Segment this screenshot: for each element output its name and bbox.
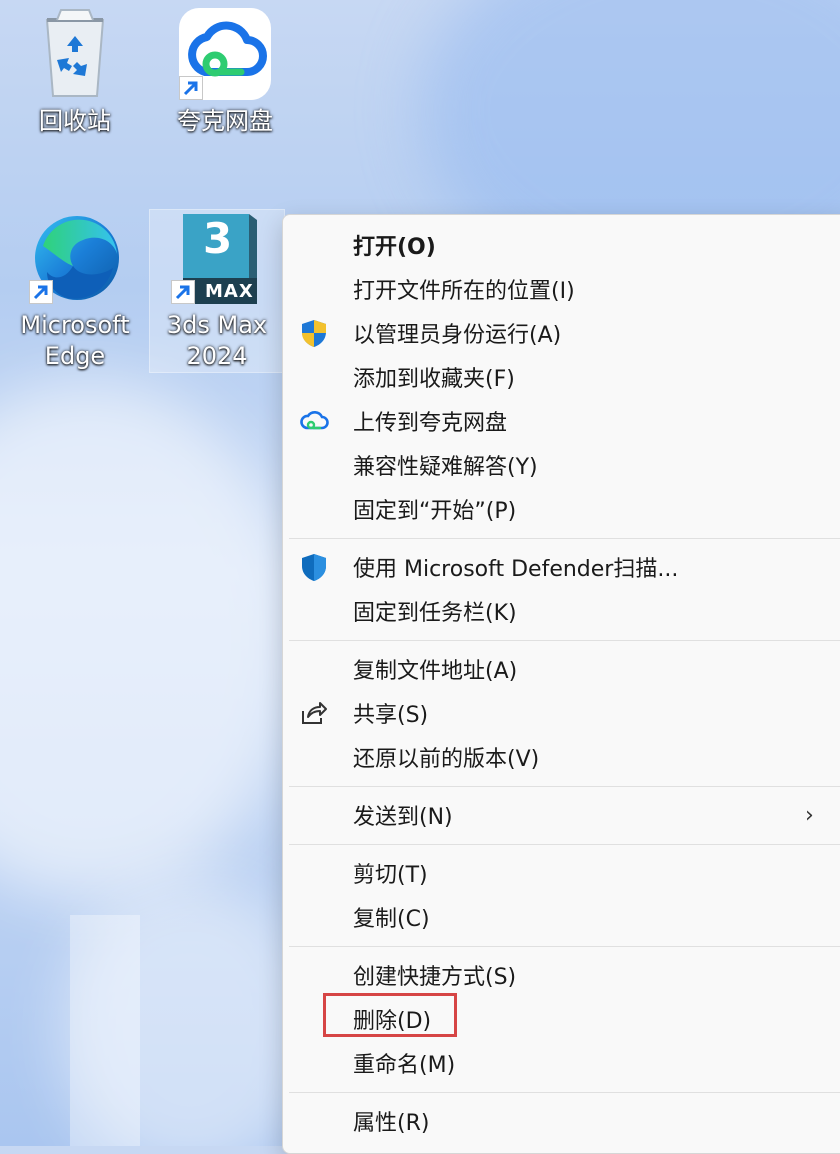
wallpaper-panel <box>70 915 140 1146</box>
menu-item-label: 添加到收藏夹(F) <box>353 367 515 392</box>
quark-cloud-icon <box>177 6 273 102</box>
menu-item-create-shortcut[interactable]: 创建快捷方式(S) <box>283 953 840 997</box>
menu-separator <box>289 946 840 947</box>
menu-item-copy-path[interactable]: 复制文件地址(A) <box>283 647 840 691</box>
menu-item-delete[interactable]: 删除(D) <box>283 993 840 1041</box>
menu-item-run-as-admin[interactable]: 以管理员身份运行(A) <box>283 311 840 355</box>
menu-item-label: 创建快捷方式(S) <box>353 965 517 990</box>
menu-separator <box>289 844 840 845</box>
menu-item-label: 使用 Microsoft Defender扫描... <box>353 557 679 582</box>
menu-item-label: 剪切(T) <box>353 863 428 888</box>
menu-item-label: 发送到(N) <box>353 805 453 830</box>
share-icon <box>299 699 329 727</box>
menu-item-label: 删除(D) <box>353 1009 432 1034</box>
menu-separator <box>289 1092 840 1093</box>
menu-separator <box>289 786 840 787</box>
max-digit: 3 <box>203 214 233 263</box>
menu-item-add-to-favorites[interactable]: 添加到收藏夹(F) <box>283 355 840 399</box>
menu-item-rename[interactable]: 重命名(M) <box>283 1041 840 1085</box>
menu-item-upload-quark[interactable]: 上传到夸克网盘 <box>283 399 840 443</box>
menu-item-label: 复制文件地址(A) <box>353 659 518 684</box>
menu-separator <box>289 640 840 641</box>
max-word: MAX <box>205 281 254 302</box>
chevron-right-icon: › <box>805 802 814 828</box>
desktop-icon-label: 3ds Max 2024 <box>166 311 268 370</box>
menu-item-cut[interactable]: 剪切(T) <box>283 851 840 895</box>
desktop-icon-label: 夸克网盘 <box>177 107 273 135</box>
menu-item-label: 打开(O) <box>353 235 436 260</box>
menu-item-compatibility[interactable]: 兼容性疑难解答(Y) <box>283 443 840 487</box>
desktop-icon-recycle-bin[interactable]: 回收站 <box>20 6 130 137</box>
edge-icon <box>27 210 123 306</box>
menu-item-send-to[interactable]: 发送到(N) › <box>283 793 840 837</box>
3ds-max-icon: 3 MAX <box>169 210 265 306</box>
menu-item-restore-versions[interactable]: 还原以前的版本(V) <box>283 735 840 779</box>
quark-cloud-icon <box>299 407 329 435</box>
desktop-icon-label: Microsoft Edge <box>20 311 130 370</box>
menu-item-label: 属性(R) <box>353 1111 430 1136</box>
desktop-icon-label: 回收站 <box>39 107 111 135</box>
menu-item-label: 重命名(M) <box>353 1053 456 1078</box>
menu-item-label: 上传到夸克网盘 <box>353 411 508 436</box>
menu-item-label: 还原以前的版本(V) <box>353 747 540 772</box>
menu-item-defender-scan[interactable]: 使用 Microsoft Defender扫描... <box>283 545 840 589</box>
shortcut-arrow-icon <box>171 280 195 304</box>
menu-item-share[interactable]: 共享(S) <box>283 691 840 735</box>
menu-item-label: 固定到任务栏(K) <box>353 601 517 626</box>
context-menu: 打开(O) 打开文件所在的位置(I) 以管理员身份运行(A) 添加到收藏夹(F)… <box>282 214 840 1154</box>
menu-item-properties[interactable]: 属性(R) <box>283 1099 840 1143</box>
uac-shield-icon <box>299 319 329 347</box>
wallpaper-glow <box>0 380 300 900</box>
menu-item-pin-to-taskbar[interactable]: 固定到任务栏(K) <box>283 589 840 633</box>
menu-item-label: 固定到“开始”(P) <box>353 499 517 524</box>
shortcut-arrow-icon <box>179 76 203 100</box>
desktop-icon-3ds-max[interactable]: 3 MAX 3ds Max 2024 <box>149 209 285 373</box>
menu-item-open[interactable]: 打开(O) <box>283 223 840 267</box>
recycle-bin-icon <box>27 6 123 102</box>
menu-item-open-file-location[interactable]: 打开文件所在的位置(I) <box>283 267 840 311</box>
desktop-icon-edge[interactable]: Microsoft Edge <box>20 210 130 372</box>
menu-item-label: 共享(S) <box>353 703 429 728</box>
menu-separator <box>289 538 840 539</box>
defender-shield-icon <box>299 553 329 581</box>
menu-item-pin-to-start[interactable]: 固定到“开始”(P) <box>283 487 840 531</box>
menu-item-label: 兼容性疑难解答(Y) <box>353 455 538 480</box>
menu-item-label: 以管理员身份运行(A) <box>353 323 562 348</box>
menu-item-label: 打开文件所在的位置(I) <box>353 279 575 304</box>
shortcut-arrow-icon <box>29 280 53 304</box>
menu-item-copy[interactable]: 复制(C) <box>283 895 840 939</box>
menu-item-label: 复制(C) <box>353 907 430 932</box>
desktop-icon-quark[interactable]: 夸克网盘 <box>170 6 280 137</box>
